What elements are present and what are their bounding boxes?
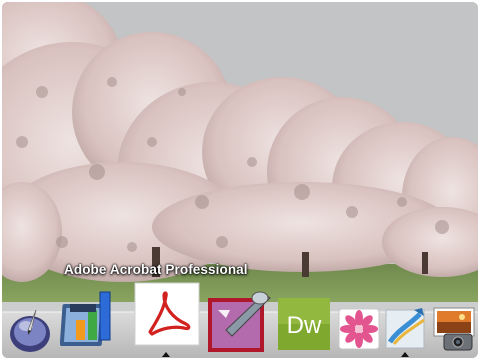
dreamweaver-label: Dw [287,312,322,339]
cherry-blossom-wallpaper [2,2,478,302]
desktop-screen: Adobe Acrobat Professional Dw [2,2,478,358]
running-indicator-acrobat [162,352,170,357]
dreamweaver-icon[interactable]: Dw [278,298,330,350]
photoshop-icon[interactable] [384,306,428,350]
illustrator-icon[interactable] [204,288,274,354]
iphoto-icon[interactable] [430,306,478,352]
numbers-icon[interactable] [60,284,128,354]
script-editor-icon[interactable] [6,302,56,354]
running-indicator-photoshop [401,352,409,357]
flower-icon[interactable] [338,308,380,350]
dock-tooltip: Adobe Acrobat Professional [64,262,248,277]
acrobat-icon[interactable] [134,282,202,348]
